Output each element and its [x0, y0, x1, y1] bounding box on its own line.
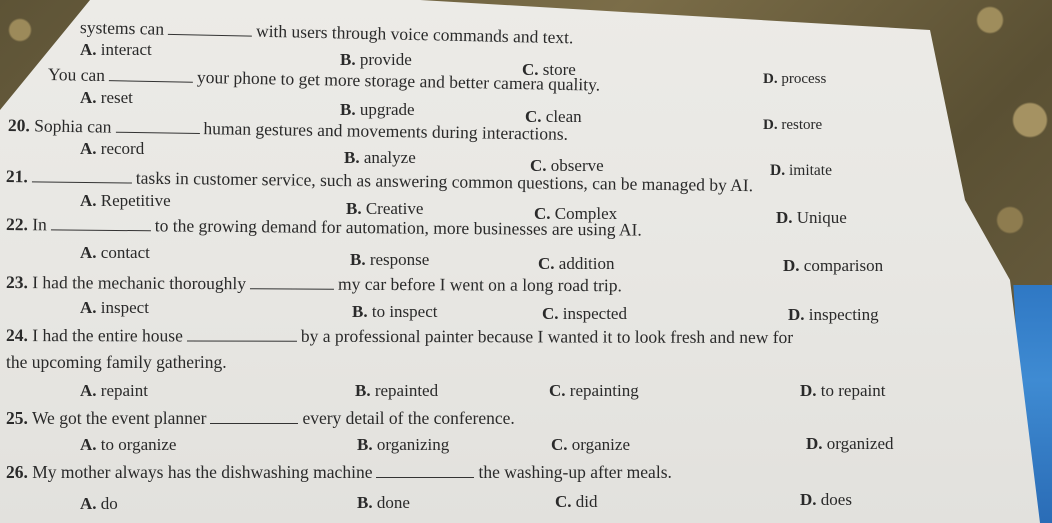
- option-a: A. inspect: [80, 298, 149, 317]
- answer-blank: [115, 119, 200, 135]
- answer-blank: [31, 169, 132, 184]
- option-c: C. did: [555, 492, 598, 511]
- answer-blank: [167, 21, 253, 37]
- option-c: C. organize: [551, 435, 630, 454]
- option-a: A. Repetitive: [80, 191, 171, 210]
- option-d: D. process: [763, 71, 827, 87]
- answer-blank: [186, 328, 297, 342]
- option-d: D. restore: [763, 117, 823, 133]
- option-b: B. provide: [340, 50, 412, 69]
- question-23: 23. I had the mechanic thoroughly my car …: [5, 272, 622, 296]
- answer-blank: [376, 465, 475, 478]
- question-24-continuation: the upcoming family gathering.: [6, 352, 227, 372]
- option-a: A. interact: [80, 40, 152, 59]
- question-22: 22. In to the growing demand for automati…: [5, 214, 642, 240]
- question-24: 24. I had the entire house by a professio…: [5, 325, 794, 348]
- option-d: D. does: [800, 490, 852, 509]
- option-d: D. to repaint: [800, 381, 886, 400]
- question-stem: systems can with users through voice comm…: [79, 17, 574, 48]
- option-a: A. do: [80, 494, 118, 513]
- option-a: A. repaint: [80, 381, 148, 400]
- option-d: D. imitate: [770, 162, 832, 179]
- option-d: D. Unique: [776, 208, 847, 227]
- answer-blank: [210, 411, 299, 424]
- question-25: 25. We got the event planner every detail…: [6, 408, 515, 428]
- option-d: D. organized: [806, 434, 894, 453]
- option-a: A. reset: [80, 88, 133, 107]
- exercise-sheet: systems can with users through voice comm…: [0, 0, 1052, 523]
- answer-blank: [50, 217, 151, 232]
- option-a: A. record: [80, 139, 145, 158]
- option-b: B. analyze: [344, 148, 416, 167]
- answer-blank: [108, 68, 194, 83]
- option-b: B. to inspect: [352, 302, 438, 321]
- option-d: D. inspecting: [788, 305, 879, 324]
- option-b: B. upgrade: [340, 100, 415, 119]
- option-a: A. to organize: [80, 435, 177, 454]
- question-26: 26. My mother always has the dishwashing…: [6, 462, 672, 482]
- option-c: C. repainting: [549, 381, 639, 400]
- option-a: A. contact: [80, 243, 150, 262]
- option-b: B. Creative: [346, 199, 424, 218]
- answer-blank: [250, 276, 335, 290]
- option-b: B. organizing: [357, 435, 450, 454]
- option-c: C. addition: [538, 254, 615, 273]
- option-b: B. response: [350, 250, 430, 269]
- option-b: B. done: [357, 493, 410, 512]
- option-d: D. comparison: [783, 256, 884, 275]
- option-c: C. inspected: [542, 304, 627, 323]
- option-b: B. repainted: [355, 381, 439, 400]
